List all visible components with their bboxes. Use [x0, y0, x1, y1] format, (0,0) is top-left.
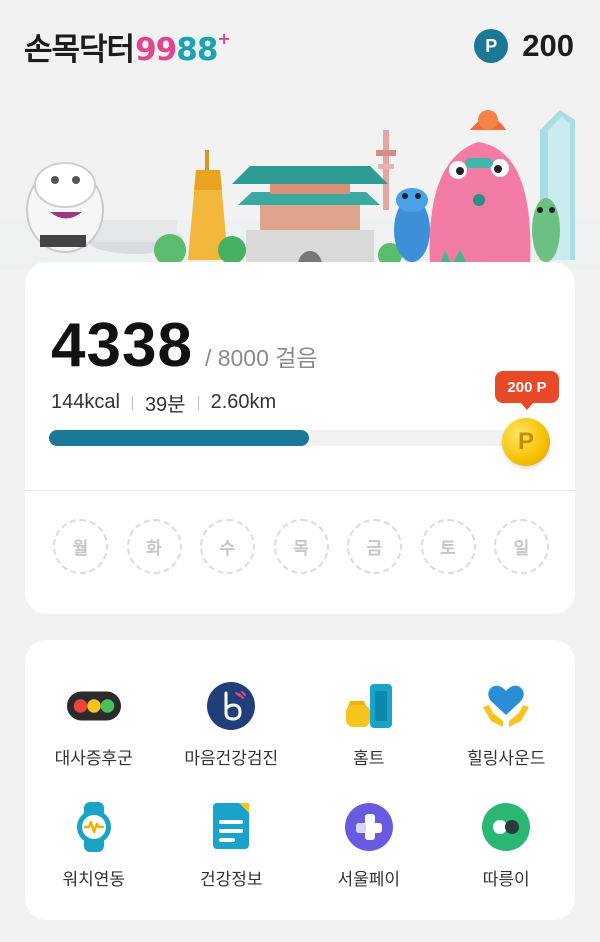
step-counter-card[interactable]: 4338 / 8000 걸음 144kcal 39분 2.60km 200 P …: [25, 262, 575, 614]
service-menu-card: 대사증후군 마음건강검진 홈트 힐링사운드 워치연동 건강정보 서울페이 따릉이: [25, 640, 575, 920]
menu-mental-health[interactable]: 마음건강검진: [163, 678, 301, 769]
weekday-tracker: 월 화 수 목 금 토 일: [53, 519, 549, 574]
weekday-thu[interactable]: 목: [273, 519, 329, 574]
menu-label: 워치연동: [62, 870, 126, 890]
step-progress-bar: [49, 430, 529, 446]
calories-value: 144kcal: [51, 391, 120, 413]
weekday-fri[interactable]: 금: [347, 519, 402, 574]
menu-label: 마음건강검진: [184, 749, 279, 769]
tiger-mascot: [26, 162, 104, 253]
menu-label: 홈트: [353, 749, 385, 769]
menu-label: 대사증후군: [54, 749, 133, 769]
menu-home-training[interactable]: 홈트: [300, 678, 438, 769]
smartwatch-icon: [66, 799, 122, 855]
card-divider: [25, 490, 575, 491]
menu-label: 서울페이: [337, 870, 401, 890]
logo-text: 손목닥터: [24, 32, 135, 68]
point-icon: P: [474, 29, 509, 63]
bike-toggle-icon: [478, 799, 534, 855]
step-summary: 4338 / 8000 걸음: [51, 310, 318, 381]
menu-healing-sound[interactable]: 힐링사운드: [438, 678, 576, 769]
weekday-mon[interactable]: 월: [53, 519, 108, 574]
weekday-wed[interactable]: 수: [200, 519, 255, 574]
mind-b-icon: [203, 678, 259, 734]
menu-health-info[interactable]: 건강정보: [163, 799, 301, 890]
step-count: 4338: [51, 311, 193, 380]
point-value: 200: [522, 28, 574, 63]
logo-plus: +: [217, 29, 231, 48]
minutes-value: 39분: [144, 394, 186, 416]
weekday-sat[interactable]: 토: [420, 519, 476, 574]
menu-label: 따릉이: [482, 870, 530, 890]
point-balance[interactable]: P 200: [474, 28, 574, 64]
point-coin-icon[interactable]: P: [502, 418, 550, 466]
seoul-pay-icon: [341, 799, 397, 855]
document-icon: [203, 799, 259, 855]
heart-hands-icon: [478, 678, 534, 734]
weekday-sun[interactable]: 일: [494, 519, 549, 574]
menu-seoul-pay[interactable]: 서울페이: [300, 799, 438, 890]
logo-number: 9988: [135, 32, 218, 68]
menu-label: 건강정보: [199, 870, 263, 890]
pink-mascot: [429, 110, 531, 265]
service-menu-grid: 대사증후군 마음건강검진 홈트 힐링사운드 워치연동 건강정보 서울페이 따릉이: [25, 678, 575, 890]
menu-metabolic-syndrome[interactable]: 대사증후군: [25, 678, 163, 769]
reward-badge: 200 P: [495, 371, 559, 410]
traffic-light-icon: [66, 678, 122, 734]
distance-value: 2.60km: [210, 391, 277, 413]
stat-divider: [131, 395, 133, 410]
green-mascot: [532, 198, 560, 262]
step-progress-fill: [49, 430, 310, 446]
stat-divider: [197, 395, 199, 410]
app-logo[interactable]: 손목닥터 9988 +: [24, 24, 231, 69]
seoul-landmark-illustration: [0, 100, 600, 270]
app-header: 손목닥터 9988 + P 200: [0, 0, 600, 90]
dumbbell-icon: [341, 678, 397, 734]
blue-mascot: [394, 188, 430, 262]
menu-ttareungi[interactable]: 따릉이: [438, 799, 576, 890]
step-goal: / 8000 걸음: [204, 345, 318, 371]
weekday-tue[interactable]: 화: [126, 519, 182, 574]
activity-stats: 144kcal 39분 2.60km: [51, 388, 276, 417]
menu-label: 힐링사운드: [467, 749, 546, 769]
menu-watch-sync[interactable]: 워치연동: [25, 799, 163, 890]
